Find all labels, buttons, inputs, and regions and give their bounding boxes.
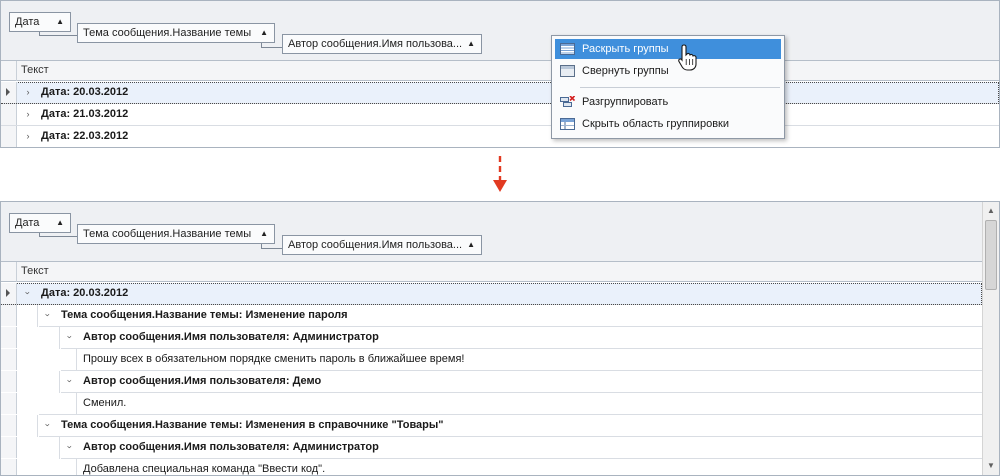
group-row-label: Тема сообщения.Название темы: Изменение … — [61, 309, 348, 321]
grid-before: Дата ▲ Тема сообщения.Название темы ▲ Ав… — [0, 0, 1000, 148]
indent-spacer — [18, 437, 60, 459]
scrollbar-thumb[interactable] — [985, 220, 997, 290]
indent-spacer — [18, 371, 60, 393]
menu-separator — [580, 87, 780, 88]
group-row-topic[interactable]: › Тема сообщения.Название темы: Изменени… — [1, 305, 982, 327]
scroll-up-arrow-icon[interactable]: ▲ — [983, 203, 999, 219]
column-header-row: Текст — [1, 61, 999, 81]
menu-item-expand-groups[interactable]: Раскрыть группы — [555, 39, 781, 59]
indicator-header — [1, 61, 17, 81]
group-row-label: Дата: 20.03.2012 — [41, 287, 129, 299]
group-chip-author[interactable]: Автор сообщения.Имя пользова... ▲ — [282, 34, 482, 54]
indent-spacer — [18, 459, 77, 475]
sort-ascending-icon: ▲ — [56, 17, 64, 26]
ungroup-icon — [560, 96, 575, 107]
data-row[interactable]: Добавлена специальная команда "Ввести ко… — [1, 459, 982, 475]
data-row[interactable]: Прошу всех в обязательном порядке сменит… — [1, 349, 982, 371]
group-row-author[interactable]: › Автор сообщения.Имя пользователя: Адми… — [1, 437, 982, 459]
group-row-author[interactable]: › Автор сообщения.Имя пользователя: Демо — [1, 371, 982, 393]
row-indicator — [1, 371, 17, 392]
chevron-down-icon[interactable]: › — [42, 420, 54, 430]
indicator-header — [1, 262, 17, 282]
data-row[interactable]: Сменил. — [1, 393, 982, 415]
grouping-area[interactable]: Дата ▲ Тема сообщения.Название темы ▲ Ав… — [1, 1, 999, 61]
group-row-author[interactable]: › Автор сообщения.Имя пользователя: Адми… — [1, 327, 982, 349]
expand-groups-icon — [560, 43, 575, 55]
grid-after: Дата ▲ Тема сообщения.Название темы ▲ Ав… — [0, 201, 1000, 476]
grouping-area[interactable]: Дата ▲ Тема сообщения.Название темы ▲ Ав… — [1, 202, 982, 262]
column-header-text[interactable]: Текст — [21, 265, 49, 277]
group-rows: › Дата: 20.03.2012 › Дата: 21.03.2012 › … — [1, 82, 999, 147]
sort-ascending-icon: ▲ — [467, 39, 475, 48]
menu-item-hide-group-area[interactable]: Скрыть область группировки — [555, 114, 781, 134]
group-chip-date[interactable]: Дата ▲ — [9, 12, 71, 32]
chevron-right-icon[interactable]: › — [23, 130, 33, 142]
row-indicator — [1, 305, 17, 326]
row-indicator — [1, 459, 17, 475]
chevron-down-icon[interactable]: › — [22, 288, 34, 298]
group-chip-author[interactable]: Автор сообщения.Имя пользова... ▲ — [282, 235, 482, 255]
row-indicator — [1, 104, 17, 125]
row-indicator — [1, 126, 17, 147]
indent-spacer — [18, 327, 60, 349]
sort-ascending-icon: ▲ — [260, 229, 268, 238]
group-row-label: Автор сообщения.Имя пользователя: Админи… — [83, 441, 379, 453]
group-row-topic[interactable]: › Тема сообщения.Название темы: Изменени… — [1, 415, 982, 437]
sort-ascending-icon: ▲ — [467, 240, 475, 249]
group-chip-date[interactable]: Дата ▲ — [9, 213, 71, 233]
row-indicator — [1, 283, 17, 304]
column-header-row: Текст — [1, 262, 982, 282]
chevron-right-icon[interactable]: › — [23, 86, 33, 98]
row-indicator — [1, 327, 17, 348]
indent-spacer — [18, 305, 38, 327]
indent-spacer — [18, 349, 77, 371]
group-row[interactable]: › Дата: 20.03.2012 — [1, 82, 999, 104]
group-row-date[interactable]: › Дата: 20.03.2012 — [1, 283, 982, 305]
indent-spacer — [18, 393, 77, 415]
row-indicator — [1, 393, 17, 414]
focused-row-icon — [6, 88, 10, 96]
hand-cursor-icon — [678, 44, 697, 71]
menu-item-collapse-groups[interactable]: Свернуть группы — [555, 61, 781, 81]
chevron-down-icon[interactable]: › — [64, 442, 76, 452]
sort-ascending-icon: ▲ — [260, 28, 268, 37]
context-menu: Раскрыть группы Свернуть группы Разгрупп… — [551, 35, 785, 139]
collapse-groups-icon — [560, 65, 575, 77]
row-indicator — [1, 82, 17, 103]
message-text-cell: Прошу всех в обязательном порядке сменит… — [83, 353, 465, 365]
group-row[interactable]: › Дата: 21.03.2012 — [1, 104, 999, 126]
group-row-label: Автор сообщения.Имя пользователя: Админи… — [83, 331, 379, 343]
sort-ascending-icon: ▲ — [56, 218, 64, 227]
group-row-label: Дата: 22.03.2012 — [41, 130, 129, 142]
column-header-text[interactable]: Текст — [21, 64, 49, 76]
menu-item-ungroup[interactable]: Разгруппировать — [555, 92, 781, 112]
group-chip-topic[interactable]: Тема сообщения.Название темы ▲ — [77, 224, 275, 244]
row-indicator — [1, 437, 17, 458]
group-row[interactable]: › Дата: 22.03.2012 — [1, 126, 999, 147]
focused-row-icon — [6, 289, 10, 297]
scroll-down-arrow-icon[interactable]: ▼ — [983, 458, 999, 474]
group-row-label: Дата: 20.03.2012 — [41, 86, 129, 98]
chevron-down-icon[interactable]: › — [64, 376, 76, 386]
chevron-down-icon[interactable]: › — [42, 310, 54, 320]
group-row-label: Тема сообщения.Название темы: Изменения … — [61, 419, 444, 431]
message-text-cell: Добавлена специальная команда "Ввести ко… — [83, 463, 326, 475]
row-indicator — [1, 349, 17, 370]
indent-spacer — [18, 415, 38, 437]
vertical-scrollbar[interactable]: ▲ ▼ — [982, 202, 999, 475]
message-text-cell: Сменил. — [83, 397, 127, 409]
group-chip-topic[interactable]: Тема сообщения.Название темы ▲ — [77, 23, 275, 43]
group-row-label: Автор сообщения.Имя пользователя: Демо — [83, 375, 322, 387]
transition-arrow-icon — [493, 156, 507, 192]
hide-group-area-icon — [560, 118, 575, 130]
chevron-right-icon[interactable]: › — [23, 108, 33, 120]
row-indicator — [1, 415, 17, 436]
grouped-rows: › Дата: 20.03.2012 › Тема сообщения.Назв… — [1, 283, 982, 475]
group-row-label: Дата: 21.03.2012 — [41, 108, 129, 120]
chevron-down-icon[interactable]: › — [64, 332, 76, 342]
